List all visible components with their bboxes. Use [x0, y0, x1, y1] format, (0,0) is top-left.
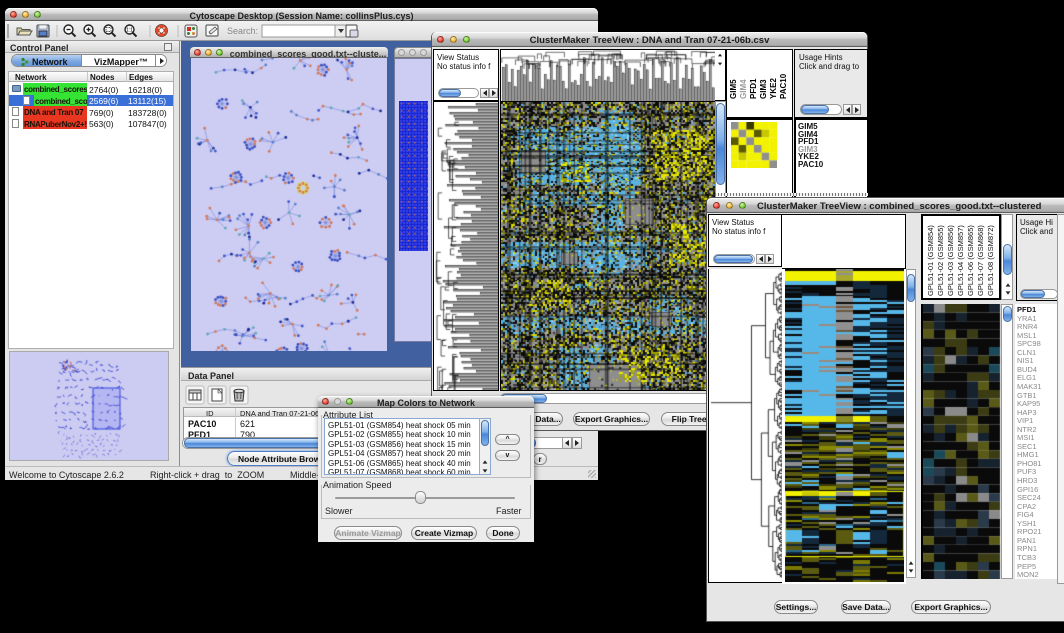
svg-text:Search:: Search: [227, 26, 258, 36]
svg-text:1:1: 1:1 [126, 28, 133, 34]
